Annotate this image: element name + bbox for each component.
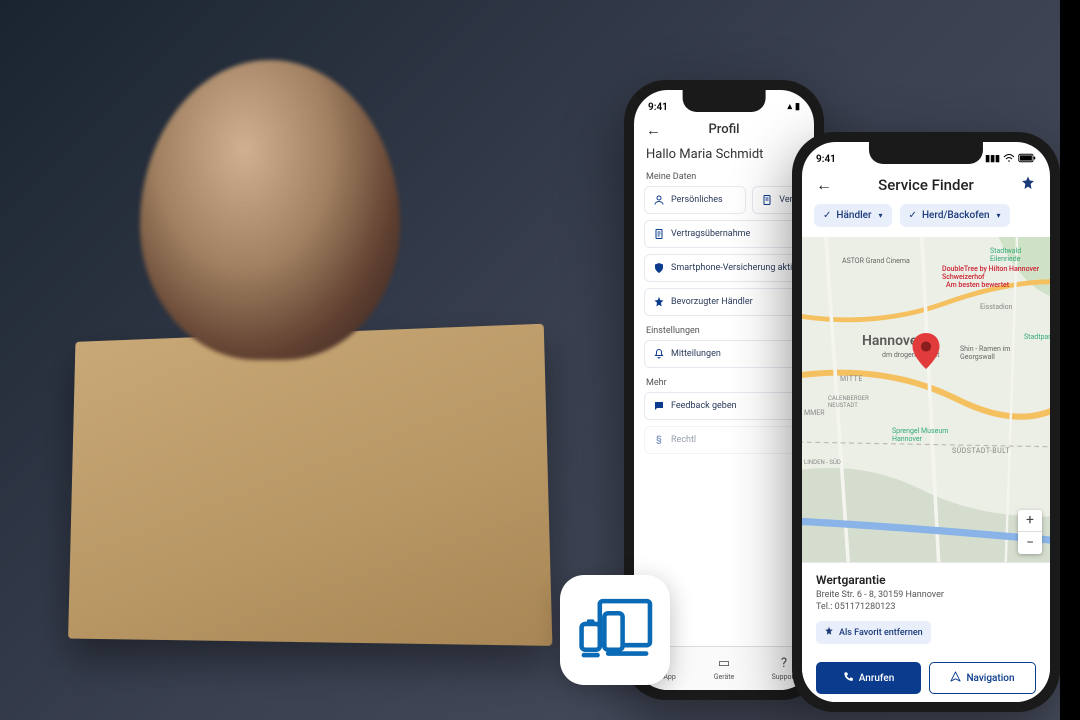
map-poi-label: Shin - Ramen im Georgswall	[960, 345, 1040, 361]
chat-icon	[653, 400, 665, 412]
zoom-out-button[interactable]: −	[1018, 532, 1042, 554]
devices-icon: ▭	[718, 656, 730, 671]
navigation-icon	[950, 671, 961, 685]
item-label: Feedback geben	[671, 401, 737, 411]
map-area-label: SÜDSTADT-BULT	[952, 447, 1010, 455]
item-smartphone-insurance[interactable]: Smartphone-Versicherung akti	[644, 254, 804, 282]
greeting-text: Hallo Maria Schmidt	[634, 145, 814, 168]
wifi-icon	[1003, 153, 1015, 166]
result-card: Wertgarantie Breite Str. 6 - 8, 30159 Ha…	[802, 562, 1050, 702]
chevron-down-icon: ▾	[997, 211, 1001, 220]
section-meine-daten: Meine Daten	[634, 168, 814, 186]
filter-chips: ✓ Händler ▾ ✓ Herd/Backofen ▾	[802, 204, 1050, 237]
app-icon-badge	[560, 575, 670, 685]
map-poi-label: DoubleTree by Hilton Hannover Schweizerh…	[942, 265, 1042, 281]
tab-label: Geräte	[714, 673, 735, 681]
signal-icon: ▮▮▮	[985, 154, 1000, 164]
paragraph-icon: §	[653, 434, 665, 446]
battery-icon: ▮	[795, 102, 800, 112]
call-button[interactable]: Anrufen	[816, 662, 921, 694]
back-icon[interactable]: ←	[646, 121, 661, 139]
item-label: Mitteilungen	[671, 349, 721, 359]
bell-icon	[653, 348, 665, 360]
black-strip	[1060, 0, 1080, 720]
phone-notch	[869, 142, 983, 164]
map-area-label: LINDEN - SÜD	[804, 459, 841, 466]
zoom-in-button[interactable]: +	[1018, 510, 1042, 532]
chip-herd[interactable]: ✓ Herd/Backofen ▾	[900, 204, 1010, 227]
shield-icon	[653, 262, 665, 274]
chevron-down-icon: ▾	[879, 211, 883, 220]
document-icon	[761, 194, 773, 206]
map-pin-icon[interactable]	[912, 333, 940, 373]
navigation-button[interactable]: Navigation	[929, 662, 1036, 694]
item-label: Bevorzugter Händler	[671, 297, 753, 307]
map-poi-label: ASTOR Grand Cinema	[842, 257, 910, 265]
phone-icon	[843, 671, 854, 685]
item-personal[interactable]: Persönliches	[644, 186, 746, 214]
map-zoom-controls: + −	[1018, 510, 1042, 554]
item-label: Persönliches	[671, 195, 723, 205]
status-time: 9:41	[648, 102, 668, 113]
button-label: Als Favorit entfernen	[839, 628, 923, 638]
item-legal[interactable]: § Rechtl	[644, 426, 804, 454]
chip-label: Händler	[836, 210, 871, 221]
profile-header: ← Profil	[634, 116, 814, 145]
result-name: Wertgarantie	[816, 573, 1036, 587]
item-label: Vertragsübernahme	[671, 229, 750, 239]
servicefinder-header: ← Service Finder	[802, 168, 1050, 204]
back-icon[interactable]: ←	[816, 175, 832, 195]
star-icon	[824, 626, 834, 639]
phone-notch	[683, 90, 766, 112]
map-poi-label: Stadtpark	[1024, 333, 1050, 341]
item-preferred-dealer[interactable]: Bevorzugter Händler	[644, 288, 804, 316]
map-area-label: CALENBERGER NEUSTADT	[828, 395, 888, 409]
signal-icon: ▴	[788, 102, 793, 112]
result-phone: Tel.: 051171280123	[816, 601, 1036, 613]
chip-haendler[interactable]: ✓ Händler ▾	[814, 204, 892, 227]
button-label: Navigation	[966, 673, 1014, 684]
item-feedback[interactable]: Feedback geben	[644, 392, 804, 420]
status-icons: ▴ ▮	[788, 102, 800, 112]
favorite-star-icon[interactable]	[1020, 175, 1036, 195]
remove-favorite-button[interactable]: Als Favorit entfernen	[816, 621, 931, 644]
check-icon: ✓	[823, 210, 831, 221]
section-einstellungen: Einstellungen	[634, 322, 814, 340]
map[interactable]: Hannover ASTOR Grand Cinema DoubleTree b…	[802, 237, 1050, 562]
check-icon: ✓	[909, 210, 917, 221]
person-icon	[653, 194, 665, 206]
status-time: 9:41	[816, 154, 836, 165]
header-title: Profil	[708, 122, 739, 137]
map-area-label: Eisstadion	[980, 303, 1013, 311]
item-label: Smartphone-Versicherung akti	[671, 263, 792, 273]
document-icon	[653, 228, 665, 240]
header-title: Service Finder	[878, 176, 974, 194]
item-uebernahme[interactable]: Vertragsübernahme	[644, 220, 804, 248]
tab-geraete[interactable]: ▭ Geräte	[694, 647, 754, 690]
map-area-label: MMER	[804, 409, 825, 417]
map-poi-label: Stadtwald Eilenriede	[990, 247, 1044, 263]
result-address: Breite Str. 6 - 8, 30159 Hannover	[816, 589, 1036, 601]
map-area-label: MITTE	[840, 375, 863, 383]
button-label: Anrufen	[859, 673, 895, 684]
status-icons: ▮▮▮	[985, 153, 1036, 166]
help-icon: ?	[781, 656, 787, 671]
phone-mockup-servicefinder: 9:41 ▮▮▮ ← Service Finder ✓ Händler	[792, 132, 1060, 712]
map-poi-label: Sprengel Museum Hannover	[892, 427, 962, 443]
map-poi-label: Am besten bewertet	[946, 281, 1009, 289]
section-mehr: Mehr	[634, 374, 814, 392]
chip-label: Herd/Backofen	[922, 210, 990, 221]
devices-icon	[577, 598, 653, 662]
star-icon	[653, 296, 665, 308]
battery-icon	[1018, 153, 1036, 166]
item-notifications[interactable]: Mitteilungen	[644, 340, 804, 368]
item-label: Rechtl	[671, 435, 696, 445]
